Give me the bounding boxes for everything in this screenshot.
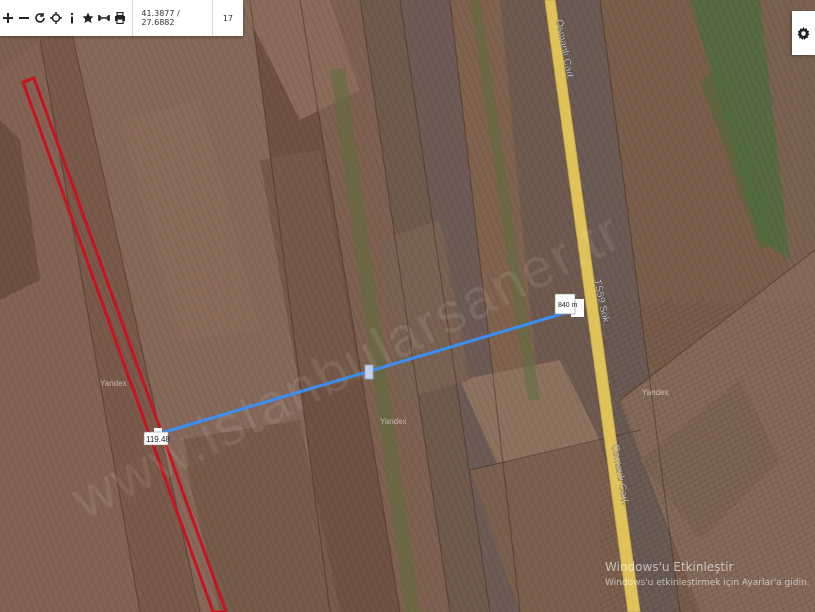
provider-label-1: Yandex: [100, 379, 127, 388]
locate-button[interactable]: [48, 0, 64, 36]
measure-midpoint-handle[interactable]: [364, 364, 374, 380]
os-activation-title: Windows'u Etkinleştir: [605, 560, 734, 574]
measure-total-label: 840 m: [558, 302, 578, 309]
favorite-button[interactable]: [80, 0, 96, 36]
coordinate-readout: 41.3877 / 27.6882: [132, 0, 211, 36]
zoom-in-button[interactable]: [0, 0, 16, 36]
settings-button[interactable]: [792, 11, 815, 55]
measure-start-label: 119.48: [146, 435, 170, 444]
os-activation-subtitle: Windows'u etkinleştirmek için Ayarlar'a …: [605, 578, 810, 588]
star-icon: [82, 12, 94, 23]
print-button[interactable]: [112, 0, 128, 36]
gear-icon: [797, 26, 810, 40]
measure-button[interactable]: [96, 0, 112, 36]
satellite-map[interactable]: Osmanlı Cad. Osmanlı Cad. TS59 Sok. www.…: [0, 0, 815, 612]
plus-icon: [3, 13, 14, 23]
ruler-icon: [98, 15, 111, 21]
refresh-icon: [35, 13, 45, 23]
info-icon: [71, 12, 74, 24]
map-toolbar: 41.3877 / 27.6882 17: [0, 0, 243, 36]
os-activation-notice: Windows'u Etkinleştir Windows'u etkinleş…: [605, 560, 810, 588]
zoom-level: 17: [211, 0, 243, 36]
print-icon: [115, 12, 126, 24]
info-button[interactable]: [64, 0, 80, 36]
provider-label-2: Yandex: [380, 417, 407, 426]
zoom-out-button[interactable]: [16, 0, 32, 36]
minus-icon: [19, 17, 30, 19]
crosshair-icon: [50, 12, 63, 24]
refresh-button[interactable]: [32, 0, 48, 36]
provider-label-3: Yandex: [642, 388, 669, 397]
